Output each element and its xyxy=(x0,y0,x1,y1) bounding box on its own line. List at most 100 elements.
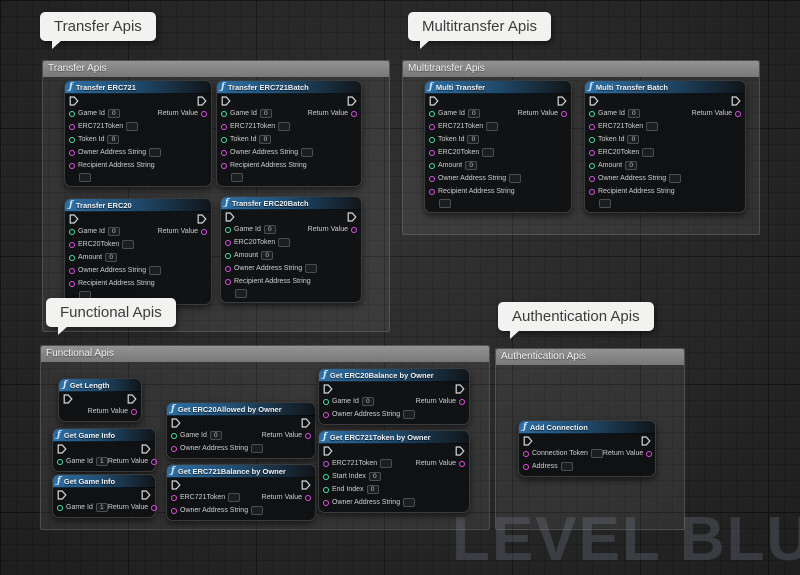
pin-input-token-id[interactable]: 0 xyxy=(627,135,640,144)
output-pin-return-value[interactable] xyxy=(561,110,567,117)
exec-out-pin[interactable] xyxy=(347,95,357,106)
comment-header-multitransfer-apis[interactable]: Multitransfer Apis xyxy=(403,61,759,77)
pin-input-owner-address-string[interactable] xyxy=(403,498,416,507)
pin-input-game-id[interactable]: 0 xyxy=(263,225,276,234)
pin-input-game-id[interactable]: 0 xyxy=(259,109,272,118)
exec-out-pin[interactable] xyxy=(455,383,465,394)
input-pin-erc721token[interactable] xyxy=(171,494,177,501)
pin-input-recipient-address-string[interactable] xyxy=(79,173,91,182)
input-pin-recipient-address-string[interactable] xyxy=(589,188,595,195)
input-pin-game-id[interactable] xyxy=(57,504,63,511)
input-pin-owner-address-string[interactable] xyxy=(589,175,595,182)
pin-input-address[interactable] xyxy=(560,462,573,471)
pin-input-owner-address-string[interactable] xyxy=(305,264,318,273)
output-pin-return-value[interactable] xyxy=(459,460,465,467)
node-header[interactable]: ƒ Get ERC20Balance by Owner xyxy=(319,369,469,382)
node-add-connection[interactable]: ƒ Add Connection Connection Token Return Va… xyxy=(518,420,656,477)
output-pin-return-value[interactable] xyxy=(151,504,158,511)
input-pin-game-id[interactable] xyxy=(57,458,63,465)
exec-in-pin[interactable] xyxy=(69,95,79,106)
input-pin-owner-address-string[interactable] xyxy=(323,499,329,506)
pin-input-owner-address-string[interactable] xyxy=(509,174,522,183)
node-transfer-erc20batch[interactable]: ƒ Transfer ERC20Batch Game Id 0 Return Value… xyxy=(220,196,362,303)
pin-input-erc721token[interactable] xyxy=(228,493,241,502)
input-pin-game-id[interactable] xyxy=(225,226,231,233)
input-pin-recipient-address-string[interactable] xyxy=(225,278,231,285)
input-pin-game-id[interactable] xyxy=(429,110,435,117)
node-transfer-erc721batch[interactable]: ƒ Transfer ERC721Batch Game Id 0 Return Valu… xyxy=(216,80,362,187)
exec-out-pin[interactable] xyxy=(731,95,741,106)
output-pin-return-value[interactable] xyxy=(351,110,357,117)
input-pin-token-id[interactable] xyxy=(69,136,75,143)
pin-input-erc721token[interactable] xyxy=(486,122,499,131)
pin-input-game-id[interactable]: 0 xyxy=(467,109,480,118)
input-pin-game-id[interactable] xyxy=(589,110,595,117)
input-pin-game-id[interactable] xyxy=(69,228,75,235)
input-pin-erc721token[interactable] xyxy=(69,123,75,130)
input-pin-start-index[interactable] xyxy=(323,473,329,480)
output-pin-return-value[interactable] xyxy=(131,408,137,415)
exec-in-pin[interactable] xyxy=(69,213,79,224)
pin-input-amount[interactable]: 0 xyxy=(625,161,638,170)
input-pin-recipient-address-string[interactable] xyxy=(221,162,227,169)
pin-input-start-index[interactable]: 0 xyxy=(368,472,381,481)
input-pin-amount[interactable] xyxy=(589,162,595,169)
pin-input-recipient-address-string[interactable] xyxy=(439,199,451,208)
output-pin-return-value[interactable] xyxy=(459,398,465,405)
input-pin-erc721token[interactable] xyxy=(323,460,329,467)
input-pin-owner-address-string[interactable] xyxy=(171,445,177,452)
pin-input-recipient-address-string[interactable] xyxy=(599,199,611,208)
node-header[interactable]: ƒ Transfer ERC721Batch xyxy=(217,81,361,94)
node-get-erc721balance-by-owner[interactable]: ƒ Get ERC721Balance by Owner ERC721Token Re… xyxy=(166,464,316,521)
node-multi-transfer[interactable]: ƒ Multi Transfer Game Id 0 Return Value ERC72… xyxy=(424,80,572,213)
pin-input-erc721token[interactable] xyxy=(126,122,139,131)
input-pin-erc20token[interactable] xyxy=(69,241,75,248)
exec-out-pin[interactable] xyxy=(141,443,151,454)
input-pin-token-id[interactable] xyxy=(589,136,595,143)
input-pin-game-id[interactable] xyxy=(221,110,227,117)
input-pin-recipient-address-string[interactable] xyxy=(69,280,75,287)
pin-input-owner-address-string[interactable] xyxy=(149,148,162,157)
input-pin-game-id[interactable] xyxy=(69,110,75,117)
pin-input-owner-address-string[interactable] xyxy=(403,410,416,419)
input-pin-token-id[interactable] xyxy=(429,136,435,143)
input-pin-owner-address-string[interactable] xyxy=(429,175,435,182)
pin-input-erc721token[interactable] xyxy=(278,122,291,131)
exec-out-pin[interactable] xyxy=(301,417,311,428)
exec-in-pin[interactable] xyxy=(323,445,333,456)
node-header[interactable]: ƒ Add Connection xyxy=(519,421,655,434)
input-pin-recipient-address-string[interactable] xyxy=(69,162,75,169)
input-pin-connection-token[interactable] xyxy=(523,450,529,457)
node-header[interactable]: ƒ Multi Transfer Batch xyxy=(585,81,745,94)
exec-in-pin[interactable] xyxy=(57,489,67,500)
pin-input-erc20token[interactable] xyxy=(122,240,135,249)
exec-in-pin[interactable] xyxy=(429,95,439,106)
exec-in-pin[interactable] xyxy=(171,417,181,428)
node-get-length[interactable]: ƒ Get Length Return Value xyxy=(58,378,142,422)
pin-input-game-id[interactable]: 0 xyxy=(627,109,640,118)
input-pin-amount[interactable] xyxy=(69,254,75,261)
node-get-game-info-1[interactable]: ƒ Get Game Info Game Id 1 Return Value xyxy=(52,428,158,472)
pin-input-owner-address-string[interactable] xyxy=(669,174,682,183)
pin-input-game-id[interactable]: 1 xyxy=(95,503,108,512)
exec-in-pin[interactable] xyxy=(171,479,181,490)
input-pin-erc20token[interactable] xyxy=(589,149,595,156)
node-header[interactable]: ƒ Transfer ERC20 xyxy=(65,199,211,212)
pin-input-recipient-address-string[interactable] xyxy=(231,173,243,182)
node-get-erc20allowed-by-owner[interactable]: ƒ Get ERC20Allowed by Owner Game Id 0 Return… xyxy=(166,402,316,459)
pin-input-amount[interactable]: 0 xyxy=(465,161,478,170)
pin-input-owner-address-string[interactable] xyxy=(251,444,264,453)
exec-out-pin[interactable] xyxy=(127,393,137,404)
node-get-game-info-2[interactable]: ƒ Get Game Info Game Id 1 Return Value xyxy=(52,474,158,518)
node-header[interactable]: ƒ Get Game Info xyxy=(53,475,155,488)
pin-input-owner-address-string[interactable] xyxy=(251,506,264,515)
exec-out-pin[interactable] xyxy=(301,479,311,490)
output-pin-return-value[interactable] xyxy=(305,494,311,501)
exec-in-pin[interactable] xyxy=(323,383,333,394)
pin-input-token-id[interactable]: 0 xyxy=(107,135,120,144)
input-pin-address[interactable] xyxy=(523,463,529,470)
input-pin-erc20token[interactable] xyxy=(225,239,231,246)
exec-in-pin[interactable] xyxy=(523,435,533,446)
input-pin-erc20token[interactable] xyxy=(429,149,435,156)
pin-input-amount[interactable]: 0 xyxy=(105,253,118,262)
